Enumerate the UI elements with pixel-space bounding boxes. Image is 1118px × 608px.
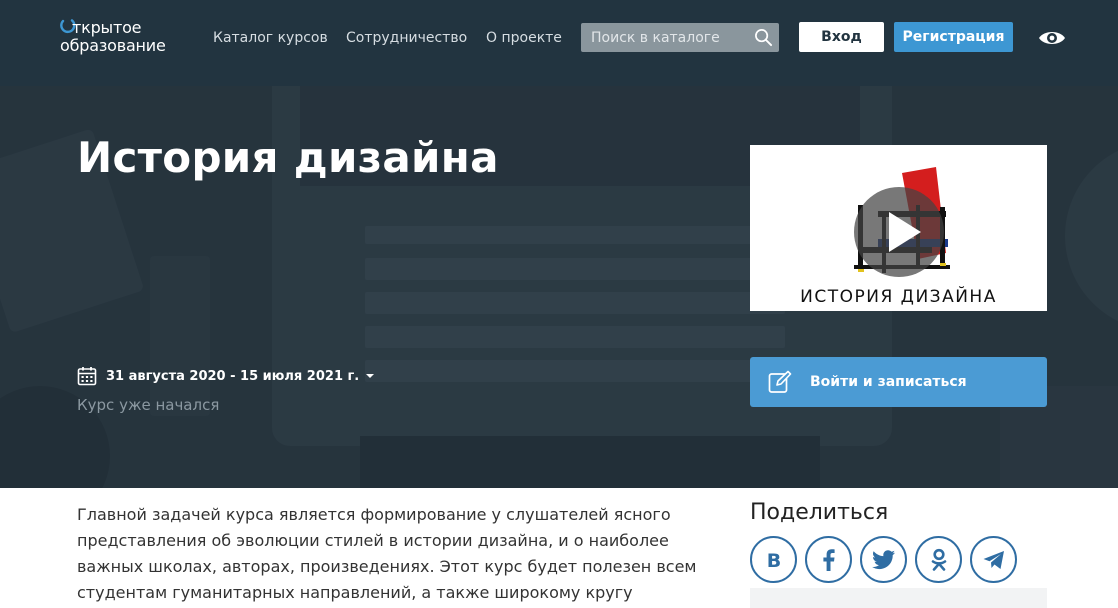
- course-status: Курс уже начался: [77, 396, 220, 414]
- share-vk-button[interactable]: В: [750, 536, 797, 583]
- share-twitter-button[interactable]: [860, 536, 907, 583]
- share-title: Поделиться: [750, 500, 889, 525]
- calendar-icon: [77, 367, 97, 386]
- course-video-preview[interactable]: ИСТОРИЯ ДИЗАЙНА: [750, 145, 1047, 311]
- share-facebook-button[interactable]: [805, 536, 852, 583]
- edit-icon: [768, 370, 792, 393]
- site-logo[interactable]: ткрытое образование: [60, 18, 190, 58]
- nav-catalog-link[interactable]: Каталог курсов: [213, 29, 328, 47]
- search-box: [581, 23, 779, 52]
- site-header: ткрытое образование Каталог курсов Сотру…: [0, 0, 1118, 86]
- search-icon[interactable]: [754, 28, 773, 47]
- nav-about-link[interactable]: О проекте: [486, 29, 562, 47]
- nav-partnership-link[interactable]: Сотрудничество: [346, 29, 467, 47]
- telegram-icon: [983, 550, 1004, 569]
- search-input[interactable]: [581, 23, 751, 52]
- svg-text:В: В: [766, 550, 780, 572]
- share-odnoklassniki-button[interactable]: [915, 536, 962, 583]
- share-telegram-button[interactable]: [970, 536, 1017, 583]
- enroll-button-label: Войти и записаться: [810, 374, 967, 390]
- logo-text-bottom: образование: [60, 36, 166, 55]
- login-button[interactable]: Вход: [799, 22, 884, 52]
- course-dates-text: 31 августа 2020 - 15 июля 2021 г.: [106, 368, 360, 384]
- course-description: Главной задачей курса является формирова…: [77, 505, 697, 602]
- video-caption: ИСТОРИЯ ДИЗАЙНА: [800, 287, 997, 307]
- share-panel-bottom: [750, 588, 1047, 608]
- play-icon[interactable]: [853, 186, 945, 278]
- course-dates[interactable]: 31 августа 2020 - 15 июля 2021 г.: [77, 366, 375, 386]
- course-hero: История дизайна 31 августа 2020 - 15 июл…: [0, 86, 1118, 488]
- enroll-button[interactable]: Войти и записаться: [750, 357, 1047, 407]
- register-button[interactable]: Регистрация: [894, 22, 1013, 52]
- eye-icon[interactable]: [1038, 28, 1066, 48]
- facebook-icon: [822, 548, 835, 571]
- course-title: История дизайна: [77, 133, 499, 182]
- logo-text-top: ткрытое: [72, 18, 142, 37]
- odnoklassniki-icon: [931, 548, 946, 571]
- vk-icon: В: [766, 550, 780, 572]
- share-buttons: В: [750, 536, 1017, 583]
- chevron-down-icon[interactable]: [365, 371, 375, 381]
- twitter-icon: [871, 549, 895, 569]
